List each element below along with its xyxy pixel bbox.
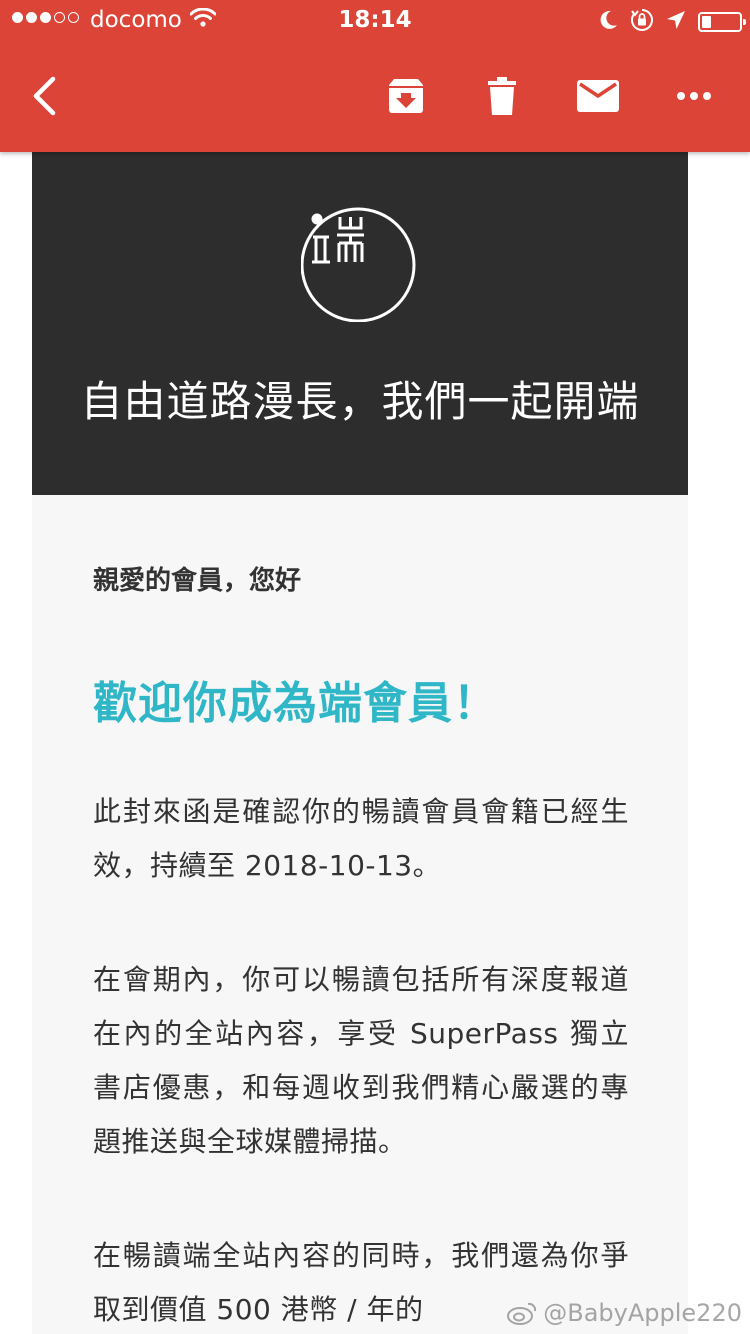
welcome-heading: 歡迎你成為端會員！ [93,678,498,729]
back-button[interactable] [16,68,72,124]
archive-button[interactable] [378,68,434,124]
mark-unread-button[interactable] [570,68,626,124]
app-header: docomo 18:14 [0,0,750,152]
moon-icon [598,9,618,35]
battery-level-fill [702,16,711,28]
status-bar: docomo 18:14 [0,0,750,40]
status-icons [598,8,746,36]
trash-icon [488,77,516,115]
hero-tagline: 自由道路漫長，我們一起開端 [80,377,640,426]
mail-icon [577,80,619,112]
battery-icon [698,12,746,32]
brand-logo [301,207,416,322]
more-options-button[interactable] [666,68,722,124]
watermark-text: @BabyApple220 [543,1299,742,1327]
body-paragraph: 在會期內，你可以暢讀包括所有深度報道在內的全站內容，享受 SuperPass 獨… [93,963,629,1158]
weibo-watermark: @BabyApple220 [507,1298,742,1328]
greeting-text: 親愛的會員，您好 [93,566,302,596]
location-arrow-icon [666,10,686,34]
chevron-left-icon [33,76,56,116]
archive-icon [389,79,423,113]
email-body: 親愛的會員，您好 歡迎你成為端會員！ 此封來函是確認你的暢讀會員會籍已經生效，持… [32,495,688,1334]
rotation-lock-icon [630,8,654,36]
delete-button[interactable] [474,68,530,124]
email-toolbar [0,40,750,152]
email-hero-banner: 自由道路漫長，我們一起開端 [32,152,688,495]
weibo-icon [507,1302,537,1325]
body-paragraph: 此封來函是確認你的暢讀會員會籍已經生效，持續至 2018-10-13。 [93,795,629,882]
more-horizontal-icon [677,92,711,100]
mail-app-screen: docomo 18:14 自由道路漫長，我們一起開端 親愛的會員，您好 歡迎你成… [0,0,750,1334]
email-content: 自由道路漫長，我們一起開端 親愛的會員，您好 歡迎你成為端會員！ 此封來函是確認… [32,152,688,1334]
